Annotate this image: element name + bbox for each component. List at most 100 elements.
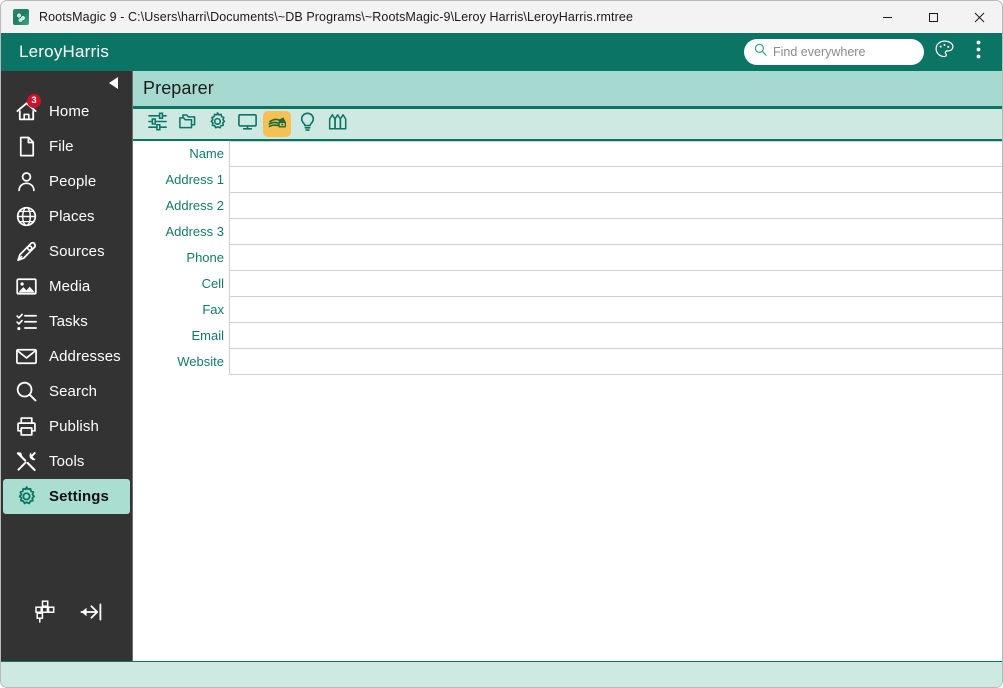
printer-icon [12,415,40,438]
toolbar-button-backup[interactable] [323,111,351,137]
app-header-bar: LeroyHarris [1,33,1002,71]
sidebar-item-tasks[interactable]: Tasks [3,304,130,339]
preparer-form: Name Address 1 Address 2 [133,141,1002,661]
sidebar-item-tools[interactable]: Tools [3,444,130,479]
lightbulb-icon [297,111,318,137]
field-wrap-address-2 [229,193,1002,219]
field-label-name: Name [133,141,229,167]
field-label-cell: Cell [133,271,229,297]
close-button[interactable] [956,1,1002,33]
toolbar-button-general[interactable] [143,111,171,137]
field-wrap-website [229,349,1002,375]
cell-input[interactable] [230,271,1002,296]
sidebar-item-sources[interactable]: Sources [3,234,130,269]
sidebar-item-publish[interactable]: Publish [3,409,130,444]
address-2-input[interactable] [230,193,1002,218]
maximize-button[interactable] [910,1,956,33]
phone-input[interactable] [230,245,1002,270]
form-row: Address 1 [133,167,1002,193]
toolbar-button-hints[interactable] [293,111,321,137]
sidebar-item-label: Sources [49,243,105,260]
sidebar-item-home[interactable]: 3 Home [3,94,130,129]
exit-arrow-icon[interactable] [78,599,104,625]
sliders-icon [147,111,168,137]
field-label-address-2: Address 2 [133,193,229,219]
gear-icon [12,485,40,508]
body-split: 3 Home File [1,71,1002,661]
home-badge: 3 [27,94,41,108]
family-tree-icon[interactable] [29,599,55,625]
home-icon: 3 [12,100,40,123]
sidebar-item-label: Tasks [49,313,88,330]
minimize-button[interactable] [864,1,910,33]
toolbar-button-display[interactable] [233,111,261,137]
field-label-address-1: Address 1 [133,167,229,193]
sidebar-item-settings[interactable]: Settings [3,479,130,514]
email-input[interactable] [230,323,1002,348]
theme-palette-button[interactable] [930,37,958,67]
find-everywhere-search[interactable] [744,39,924,65]
folders-icon [177,111,198,137]
field-label-website: Website [133,349,229,375]
address-3-input[interactable] [230,219,1002,244]
field-label-address-3: Address 3 [133,219,229,245]
sidebar-item-media[interactable]: Media [3,269,130,304]
search-input[interactable] [773,45,914,59]
sidebar-item-label: People [49,173,96,190]
field-wrap-address-3 [229,219,1002,245]
sidebar-item-label: Tools [49,453,85,470]
sidebar: 3 Home File [1,71,132,661]
sidebar-item-search[interactable]: Search [3,374,130,409]
address-1-input[interactable] [230,167,1002,192]
sidebar-item-label: File [49,138,74,155]
toolbar-button-preparer[interactable] [263,111,291,137]
settings-toolbar [133,109,1002,141]
sidebar-item-label: Publish [49,418,99,435]
field-wrap-fax [229,297,1002,323]
field-label-phone: Phone [133,245,229,271]
file-icon [12,135,40,158]
globe-icon [12,205,40,228]
window-title: RootsMagic 9 - C:\Users\harri\Documents\… [39,10,633,24]
monitor-icon [237,111,258,137]
sidebar-collapse-row [1,71,132,94]
overflow-menu-button[interactable] [964,37,992,67]
field-wrap-cell [229,271,1002,297]
magnifier-icon [12,380,40,403]
form-row: Cell [133,271,1002,297]
form-row: Website [133,349,1002,375]
sidebar-item-label: Settings [49,488,109,505]
toolbar-button-folders[interactable] [173,111,201,137]
field-wrap-address-1 [229,167,1002,193]
kebab-menu-icon [976,39,981,65]
person-icon [12,170,40,193]
form-row: Email [133,323,1002,349]
status-bar [1,661,1002,687]
sidebar-item-addresses[interactable]: Addresses [3,339,130,374]
image-icon [12,275,40,298]
field-label-fax: Fax [133,297,229,323]
field-label-email: Email [133,323,229,349]
website-input[interactable] [230,349,1002,374]
books-icon [327,111,348,137]
toolbar-button-program-options[interactable] [203,111,231,137]
fax-input[interactable] [230,297,1002,322]
sidebar-bottom-actions [1,581,132,661]
preparer-hand-icon [267,111,288,137]
database-name: LeroyHarris [19,42,109,62]
search-icon [754,43,767,61]
application-window: RootsMagic 9 - C:\Users\harri\Documents\… [0,0,1003,688]
name-input[interactable] [230,142,1002,166]
caret-left-icon[interactable] [109,77,118,89]
sidebar-spacer [1,514,132,581]
sidebar-item-file[interactable]: File [3,129,130,164]
sidebar-item-label: Addresses [49,348,121,365]
app-header-actions [744,33,992,71]
page-header: Preparer [133,71,1002,109]
window-controls [864,1,1002,33]
sidebar-item-places[interactable]: Places [3,199,130,234]
gear-icon [207,111,228,137]
content-pane: Preparer [132,71,1002,661]
pen-nib-icon [12,240,40,263]
sidebar-item-people[interactable]: People [3,164,130,199]
